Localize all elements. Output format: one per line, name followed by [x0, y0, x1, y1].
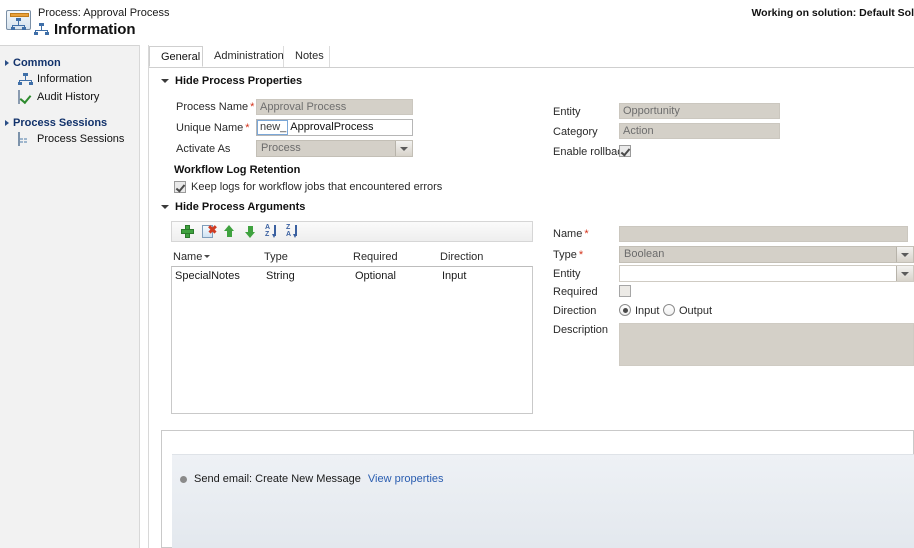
cell-name: SpecialNotes: [175, 270, 240, 282]
activate-as-value: Process: [261, 142, 301, 154]
sidebar-item-label: Audit History: [37, 91, 100, 103]
column-header-type[interactable]: Type: [264, 251, 288, 263]
tab-administration[interactable]: Administration: [203, 46, 284, 67]
table-row[interactable]: SpecialNotes String Optional Input: [172, 267, 532, 285]
sort-az-icon[interactable]: AZ: [264, 224, 279, 239]
workflow-step-row[interactable]: Send email: Create New Message View prop…: [180, 473, 444, 485]
column-header-name[interactable]: Name: [173, 251, 211, 263]
cell-type: String: [266, 270, 295, 282]
cell-direction: Input: [442, 270, 467, 282]
unique-name-label: Unique Name *: [176, 122, 250, 134]
view-properties-link[interactable]: View properties: [368, 473, 444, 485]
tab-strip: General Administration Notes: [149, 46, 914, 68]
sidebar-item-process-sessions[interactable]: Process Sessions: [0, 130, 139, 148]
sidebar-group-label: Common: [13, 56, 61, 69]
enable-rollback-checkbox[interactable]: [619, 145, 631, 157]
sidebar-item-label: Information: [37, 73, 93, 85]
sort-descending-icon: [204, 255, 211, 258]
arguments-toolbar: AZ ZA: [171, 221, 533, 242]
process-arguments-section-header[interactable]: Hide Process Arguments: [161, 201, 305, 213]
direction-input-radio[interactable]: [619, 304, 631, 316]
argument-type-value: Boolean: [624, 248, 665, 260]
workflow-log-retention-heading: Workflow Log Retention: [174, 164, 301, 176]
activate-as-dropdown[interactable]: Process: [256, 140, 413, 157]
main-content: General Administration Notes Hide Proces…: [149, 45, 914, 548]
argument-description-label: Description: [553, 324, 609, 336]
move-up-button[interactable]: [222, 224, 237, 239]
chevron-down-icon: [161, 205, 169, 209]
argument-type-dropdown[interactable]: Boolean: [619, 246, 914, 263]
chevron-down-icon: [161, 79, 169, 83]
category-input[interactable]: Action: [619, 123, 780, 139]
process-name-label: Process Name *: [176, 101, 255, 113]
page-title-row: Information: [34, 21, 136, 38]
column-header-direction[interactable]: Direction: [440, 251, 483, 263]
sidebar-item-audit-history[interactable]: Audit History: [0, 88, 139, 106]
unique-name-value: ApprovalProcess: [290, 121, 374, 133]
workflow-designer-panel: Send email: Create New Message View prop…: [161, 430, 914, 548]
section-label: Hide Process Arguments: [175, 201, 306, 213]
crm-process-editor: Process: Approval Process Information Wo…: [0, 0, 914, 548]
sidebar-item-label: Process Sessions: [37, 133, 125, 145]
cell-required: Optional: [355, 270, 396, 282]
workflow-step-area: Send email: Create New Message View prop…: [172, 454, 914, 548]
argument-name-label: Name *: [553, 228, 589, 240]
section-label: Hide Process Properties: [175, 75, 303, 87]
delete-argument-button[interactable]: [201, 224, 216, 239]
step-bullet-icon: [180, 475, 187, 483]
entity-label: Entity: [553, 106, 581, 118]
process-icon: [18, 72, 33, 86]
tab-general[interactable]: General: [149, 46, 203, 67]
sidebar-group-label: Process Sessions: [13, 116, 108, 129]
chevron-down-icon[interactable]: [395, 141, 412, 156]
argument-direction-label: Direction: [553, 305, 597, 317]
entity-input[interactable]: Opportunity: [619, 103, 780, 119]
argument-required-checkbox[interactable]: [619, 285, 631, 297]
process-sessions-icon: [18, 131, 32, 146]
sidebar-group-header-process-sessions[interactable]: Process Sessions: [0, 115, 139, 130]
process-icon: [34, 23, 49, 36]
sidebar-group-common: Common Information Audit History: [0, 55, 139, 106]
collapse-caret-icon: [5, 59, 9, 66]
process-monitor-icon: [6, 10, 32, 34]
sidebar-group-process-sessions: Process Sessions Process Sessions: [0, 115, 139, 148]
unique-name-prefix: new_: [257, 120, 289, 135]
keep-logs-checkbox[interactable]: [174, 181, 186, 193]
sidebar: Common Information Audit History Process…: [0, 45, 139, 548]
activate-as-label: Activate As: [176, 143, 231, 155]
argument-entity-dropdown[interactable]: [619, 265, 914, 282]
keep-logs-label: Keep logs for workflow jobs that encount…: [191, 181, 443, 193]
breadcrumb: Process: Approval Process: [38, 7, 170, 19]
direction-input-label: Input: [635, 305, 660, 317]
chevron-down-icon[interactable]: [896, 266, 913, 281]
collapse-caret-icon: [5, 119, 9, 126]
process-properties-section-header[interactable]: Hide Process Properties: [161, 75, 302, 87]
column-header-required[interactable]: Required: [353, 251, 398, 263]
add-argument-button[interactable]: [180, 224, 195, 239]
tab-notes[interactable]: Notes: [284, 46, 330, 67]
direction-output-radio[interactable]: [663, 304, 675, 316]
move-down-button[interactable]: [243, 224, 258, 239]
argument-type-label: Type *: [553, 249, 584, 261]
sidebar-group-header-common[interactable]: Common: [0, 55, 139, 70]
audit-history-icon: [18, 89, 32, 104]
category-label: Category: [553, 126, 598, 138]
arguments-grid: SpecialNotes String Optional Input: [171, 266, 533, 414]
unique-name-input[interactable]: new_ ApprovalProcess: [256, 119, 413, 136]
sidebar-splitter[interactable]: [139, 45, 149, 548]
argument-required-label: Required: [553, 286, 598, 298]
workflow-step-text: Send email: Create New Message: [194, 473, 361, 485]
sort-za-icon[interactable]: ZA: [285, 224, 300, 239]
enable-rollback-label: Enable rollback: [553, 146, 629, 158]
page-header: Process: Approval Process Information Wo…: [0, 0, 914, 45]
argument-description-textarea[interactable]: [619, 323, 914, 366]
solution-indicator: Working on solution: Default Sol: [751, 7, 914, 19]
argument-entity-label: Entity: [553, 268, 581, 280]
sidebar-item-information[interactable]: Information: [0, 70, 139, 88]
page-title: Information: [54, 21, 136, 38]
process-name-input[interactable]: Approval Process: [256, 99, 413, 115]
argument-name-input[interactable]: [619, 226, 908, 242]
chevron-down-icon[interactable]: [896, 247, 913, 262]
direction-output-label: Output: [679, 305, 713, 317]
